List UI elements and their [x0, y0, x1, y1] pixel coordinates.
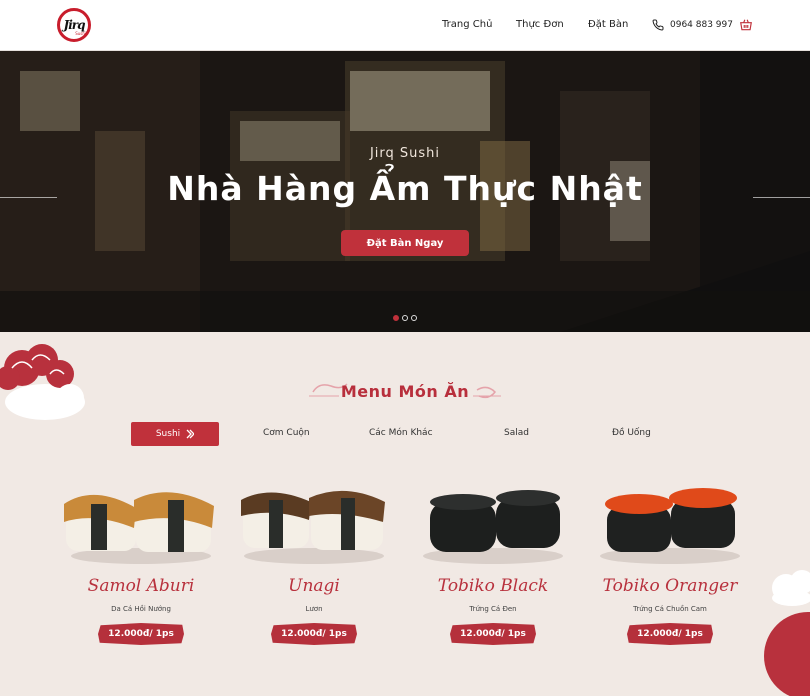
tab-salad[interactable]: Salad: [504, 428, 529, 438]
tab-sushi-label: Sushi: [155, 429, 181, 439]
hero-title: Nhà Hàng Ẩm Thực Nhật: [167, 169, 643, 208]
logo[interactable]: Jirq Sushi: [57, 8, 91, 42]
tab-com-cuon[interactable]: Cơm Cuộn: [263, 428, 310, 438]
nav-booking-link[interactable]: Đặt Bàn: [588, 19, 628, 30]
slider-dot-2[interactable]: [402, 315, 408, 321]
menu-item-desc: Trứng Cá Chuồn Cam: [633, 605, 707, 613]
menu-item-name: Samol Aburi: [87, 576, 195, 596]
menu-item-card[interactable]: Tobiko Oranger Trứng Cá Chuồn Cam 12.000…: [585, 476, 755, 656]
menu-item-name: Unagi: [288, 576, 340, 596]
logo-text: Jirq: [63, 18, 86, 32]
menu-item-price: 12.000đ/ 1ps: [450, 623, 536, 645]
tab-do-uong[interactable]: Đồ Uống: [612, 428, 651, 438]
menu-item-price: 12.000đ/ 1ps: [98, 623, 184, 645]
hero-banner: Jirq Sushi Nhà Hàng Ẩm Thực Nhật Đặt Bàn…: [0, 51, 810, 332]
slider-dot-3[interactable]: [411, 315, 417, 321]
menu-section-title: Menu Món Ăn: [340, 382, 470, 401]
slider-dot-1[interactable]: [393, 315, 399, 321]
cart-icon[interactable]: [739, 18, 753, 32]
menu-item-price: 12.000đ/ 1ps: [627, 623, 713, 645]
nav-menu-link[interactable]: Thực Đơn: [516, 19, 564, 30]
sushi-image: [64, 492, 214, 564]
chevron-right-icon: [186, 429, 195, 439]
logo-subtext: Sushi: [75, 31, 86, 36]
menu-item-desc: Lươn: [305, 605, 323, 613]
menu-item-card[interactable]: Tobiko Black Trứng Cá Đen 12.000đ/ 1ps: [408, 476, 578, 656]
menu-item-name: Tobiko Oranger: [602, 576, 738, 596]
menu-item-name: Tobiko Black: [437, 576, 549, 596]
book-now-button[interactable]: Đặt Bàn Ngay: [341, 230, 469, 256]
phone-icon: [652, 19, 664, 31]
menu-section-header: Menu Món Ăn: [305, 372, 505, 402]
menu-item-desc: Da Cá Hồi Nướng: [111, 605, 171, 613]
menu-item-card[interactable]: Unagi Lươn 12.000đ/ 1ps: [229, 476, 399, 656]
tab-sushi[interactable]: Sushi: [131, 422, 219, 446]
cloud-decoration-left: [0, 344, 85, 420]
phone-contact[interactable]: 0964 883 997: [652, 19, 733, 31]
menu-item-desc: Trứng Cá Đen: [469, 605, 517, 613]
menu-item-card[interactable]: Samol Aburi Da Cá Hồi Nướng 12.000đ/ 1ps: [56, 476, 226, 656]
slider-dots: [393, 315, 417, 321]
sushi-image: [423, 490, 563, 564]
hero-subtitle: Jirq Sushi: [369, 146, 441, 161]
menu-item-price: 12.000đ/ 1ps: [271, 623, 357, 645]
site-header: Jirq Sushi Trang Chủ Thực Đơn Đặt Bàn 09…: [0, 0, 810, 51]
nav-home-link[interactable]: Trang Chủ: [442, 19, 492, 30]
tab-cac-mon-khac[interactable]: Các Món Khác: [369, 428, 433, 438]
phone-number: 0964 883 997: [670, 20, 733, 30]
cloud-decoration-right: [764, 570, 810, 696]
sushi-image: [241, 490, 385, 564]
sushi-image: [600, 488, 740, 564]
